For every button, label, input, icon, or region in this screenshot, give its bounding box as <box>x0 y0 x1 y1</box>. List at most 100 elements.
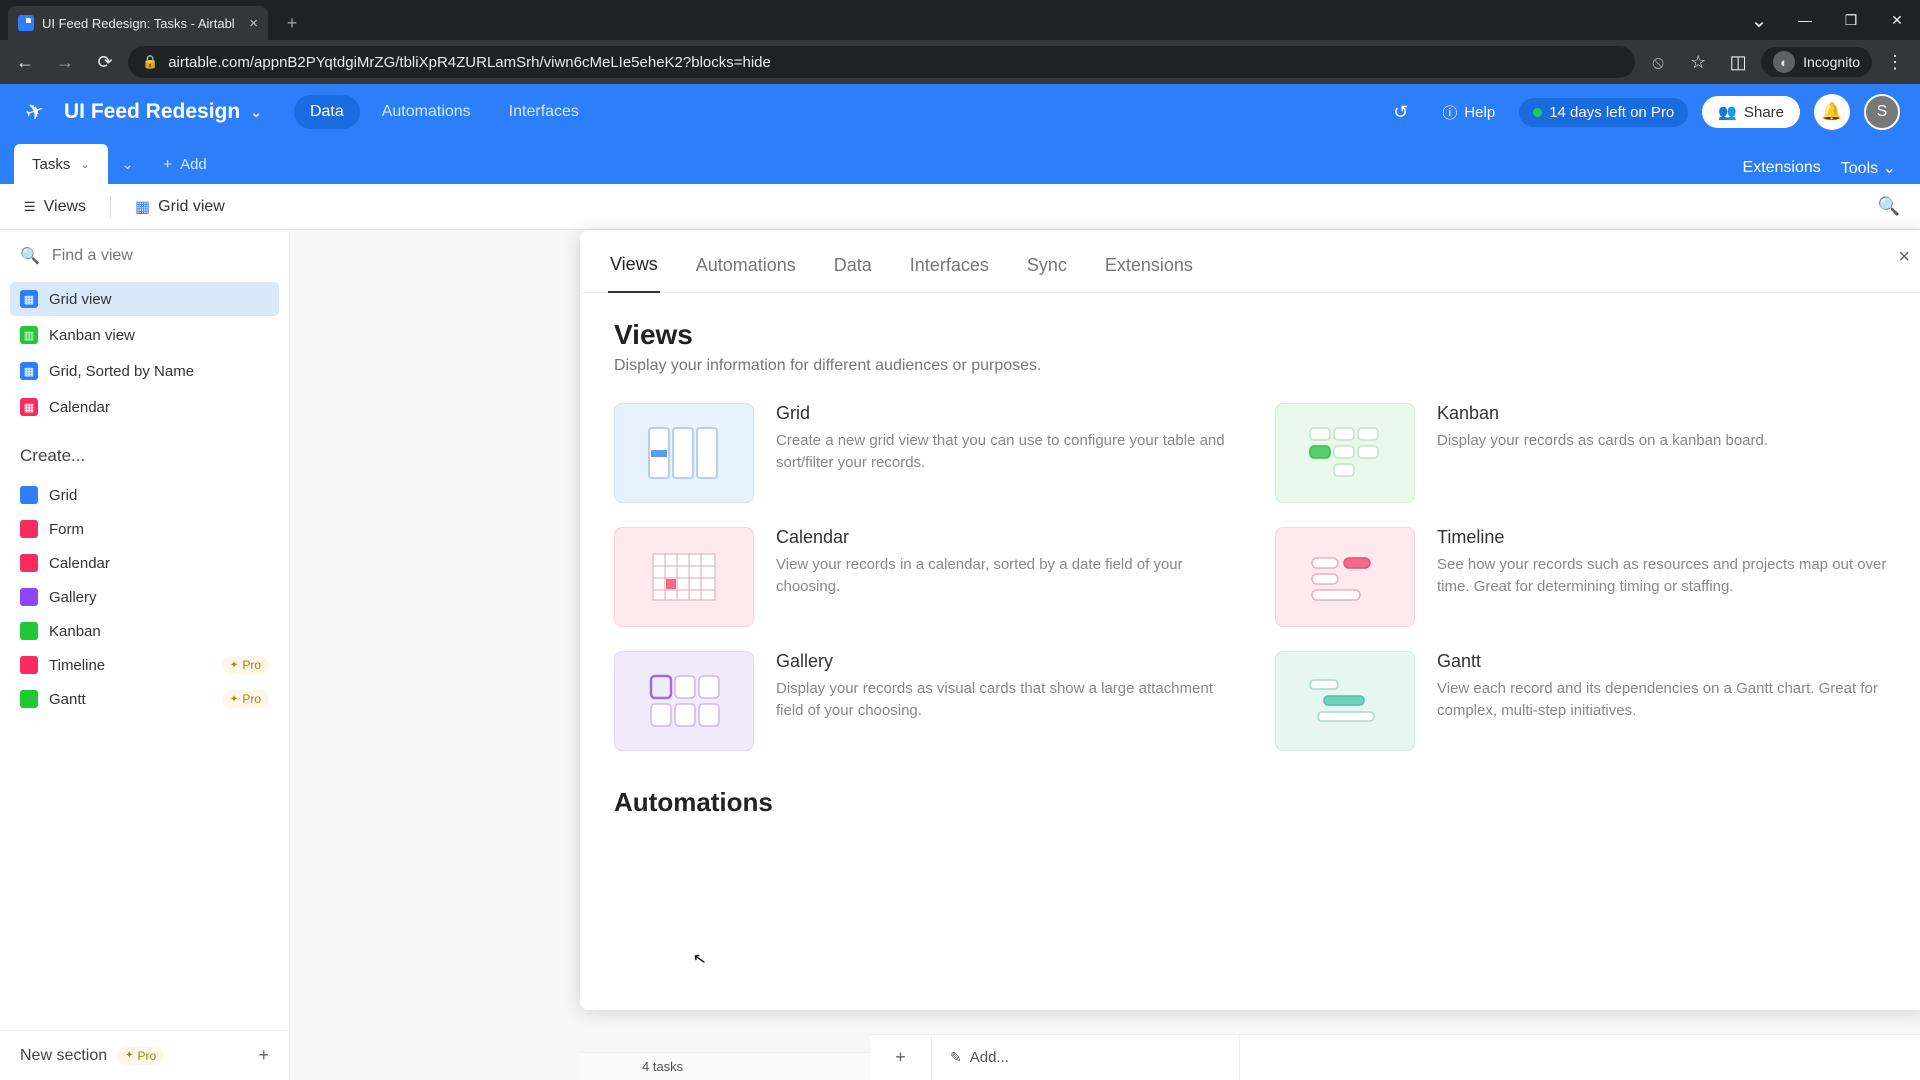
close-icon[interactable]: × <box>1898 246 1910 269</box>
create-gantt[interactable]: Gantt Pro <box>10 682 279 716</box>
add-label: Add... <box>970 1049 1009 1066</box>
card-title: Grid <box>776 403 1235 424</box>
reload-icon[interactable]: ⟳ <box>88 45 122 79</box>
card-desc: See how your records such as resources a… <box>1437 554 1896 598</box>
maximize-icon[interactable]: ❐ <box>1828 0 1874 40</box>
base-name-dropdown[interactable]: UI Feed Redesign ⌄ <box>64 100 262 124</box>
share-button[interactable]: 👥 Share <box>1702 96 1800 128</box>
views-sidebar-toggle[interactable]: ☰ Views <box>14 192 96 222</box>
create-timeline[interactable]: Timeline Pro <box>10 648 279 682</box>
user-avatar[interactable]: S <box>1864 94 1900 130</box>
share-label: Share <box>1744 104 1784 121</box>
create-header: Create... <box>0 426 289 478</box>
tools-dropdown[interactable]: Tools ⌄ <box>1841 158 1896 178</box>
grid-icon: ▦ <box>20 290 38 308</box>
card-desc: Display your records as cards on a kanba… <box>1437 430 1768 452</box>
form-icon <box>20 520 38 538</box>
grid-icon: ▦ <box>20 362 38 380</box>
section-subtitle: Display your information for different a… <box>614 357 1896 375</box>
view-label: Kanban view <box>49 327 135 344</box>
browser-tab[interactable]: UI Feed Redesign: Tasks - Airtabl × <box>8 6 268 40</box>
view-label: Calendar <box>49 399 110 416</box>
table-tabs-dropdown[interactable]: ⌄ <box>108 144 148 184</box>
card-calendar[interactable]: Calendar View your records in a calendar… <box>614 527 1235 627</box>
modal-tab-interfaces[interactable]: Interfaces <box>908 245 991 292</box>
card-desc: View your records in a calendar, sorted … <box>776 554 1235 598</box>
side-panel-icon[interactable]: ◫ <box>1721 45 1755 79</box>
people-icon: 👥 <box>1718 103 1737 121</box>
tab-title: UI Feed Redesign: Tasks - Airtabl <box>42 16 235 31</box>
notifications-button[interactable]: 🔔 <box>1814 94 1850 130</box>
back-icon[interactable]: ← <box>8 45 42 79</box>
window-controls: ⌄ ― ❐ ✕ <box>1736 0 1920 40</box>
close-window-icon[interactable]: ✕ <box>1874 0 1920 40</box>
current-view-dropdown[interactable]: ▦ Grid view <box>125 191 235 223</box>
add-table-button[interactable]: + Add <box>147 144 222 184</box>
view-toolbar: ☰ Views ▦ Grid view 🔍 <box>0 184 1920 230</box>
table-tab-tasks[interactable]: Tasks ⌄ <box>14 144 108 184</box>
grid-icon <box>20 486 38 504</box>
create-calendar[interactable]: Calendar <box>10 546 279 580</box>
app-header: ✈ UI Feed Redesign ⌄ Data Automations In… <box>0 84 1920 140</box>
modal-tab-data[interactable]: Data <box>832 245 874 292</box>
modal-tab-extensions[interactable]: Extensions <box>1103 245 1195 292</box>
create-label: Form <box>49 521 84 538</box>
sidebar-view-grid[interactable]: ▦ Grid view <box>10 282 279 316</box>
incognito-indicator[interactable]: ◐ Incognito <box>1761 47 1872 77</box>
create-label: Grid <box>49 487 77 504</box>
new-section-button[interactable]: New section Pro + <box>0 1030 289 1080</box>
create-gallery[interactable]: Gallery <box>10 580 279 614</box>
avatar-initial: S <box>1877 103 1888 121</box>
card-desc: View each record and its dependencies on… <box>1437 678 1896 722</box>
address-bar[interactable]: 🔒 airtable.com/appnB2PYqtdgiMrZG/tbliXpR… <box>128 46 1635 78</box>
airtable-logo-icon[interactable]: ✈ <box>16 93 54 131</box>
modal-tab-sync[interactable]: Sync <box>1025 245 1069 292</box>
tab-automations[interactable]: Automations <box>366 95 487 129</box>
minimize-icon[interactable]: ― <box>1782 0 1828 40</box>
card-title: Gantt <box>1437 651 1896 672</box>
search-icon: 🔍 <box>20 246 40 266</box>
search-icon[interactable]: 🔍 <box>1878 196 1900 217</box>
tabs-dropdown-icon[interactable]: ⌄ <box>1736 0 1782 40</box>
close-tab-icon[interactable]: × <box>249 15 258 32</box>
card-gallery[interactable]: Gallery Display your records as visual c… <box>614 651 1235 751</box>
section-title: Views <box>614 319 1896 351</box>
modal-tab-views[interactable]: Views <box>608 244 660 293</box>
modal-tabs: Views Automations Data Interfaces Sync E… <box>580 230 1920 293</box>
add-record-button[interactable]: + <box>870 1035 932 1080</box>
gantt-thumb-icon <box>1275 651 1415 751</box>
help-button[interactable]: ⓘ Help <box>1432 96 1505 129</box>
extensions-link[interactable]: Extensions <box>1743 159 1821 177</box>
new-tab-button[interactable]: + <box>278 9 306 37</box>
card-desc: Display your records as visual cards tha… <box>776 678 1235 722</box>
create-label: Calendar <box>49 555 110 572</box>
card-title: Kanban <box>1437 403 1768 424</box>
pro-badge: Pro <box>222 656 269 674</box>
card-title: Gallery <box>776 651 1235 672</box>
sidebar-view-calendar[interactable]: ▦ Calendar <box>10 390 279 424</box>
calendar-icon <box>20 554 38 572</box>
create-grid[interactable]: Grid <box>10 478 279 512</box>
views-info-modal: Views Automations Data Interfaces Sync E… <box>580 230 1920 1010</box>
tab-data[interactable]: Data <box>294 95 360 129</box>
modal-tab-automations[interactable]: Automations <box>694 245 798 292</box>
kebab-menu-icon[interactable]: ⋮ <box>1878 45 1912 79</box>
card-timeline[interactable]: Timeline See how your records such as re… <box>1275 527 1896 627</box>
modal-body[interactable]: ▴ ▾ Views Display your information for d… <box>580 293 1920 1010</box>
calendar-thumb-icon <box>614 527 754 627</box>
find-view-input[interactable]: 🔍 Find a view <box>12 240 277 272</box>
pro-badge: Pro <box>222 690 269 708</box>
add-menu-button[interactable]: ✎ Add... <box>932 1049 1027 1066</box>
card-gantt[interactable]: Gantt View each record and its dependenc… <box>1275 651 1896 751</box>
tab-interfaces[interactable]: Interfaces <box>493 95 595 129</box>
create-form[interactable]: Form <box>10 512 279 546</box>
create-kanban[interactable]: Kanban <box>10 614 279 648</box>
card-grid[interactable]: Grid Create a new grid view that you can… <box>614 403 1235 503</box>
eye-blocked-icon[interactable]: ⦸ <box>1641 45 1675 79</box>
card-kanban[interactable]: Kanban Display your records as cards on … <box>1275 403 1896 503</box>
sidebar-view-kanban[interactable]: ▥ Kanban view <box>10 318 279 352</box>
bookmark-icon[interactable]: ☆ <box>1681 45 1715 79</box>
sidebar-view-grid-sorted[interactable]: ▦ Grid, Sorted by Name <box>10 354 279 388</box>
history-icon[interactable]: ↺ <box>1383 96 1418 129</box>
trial-badge[interactable]: 14 days left on Pro <box>1519 98 1688 127</box>
